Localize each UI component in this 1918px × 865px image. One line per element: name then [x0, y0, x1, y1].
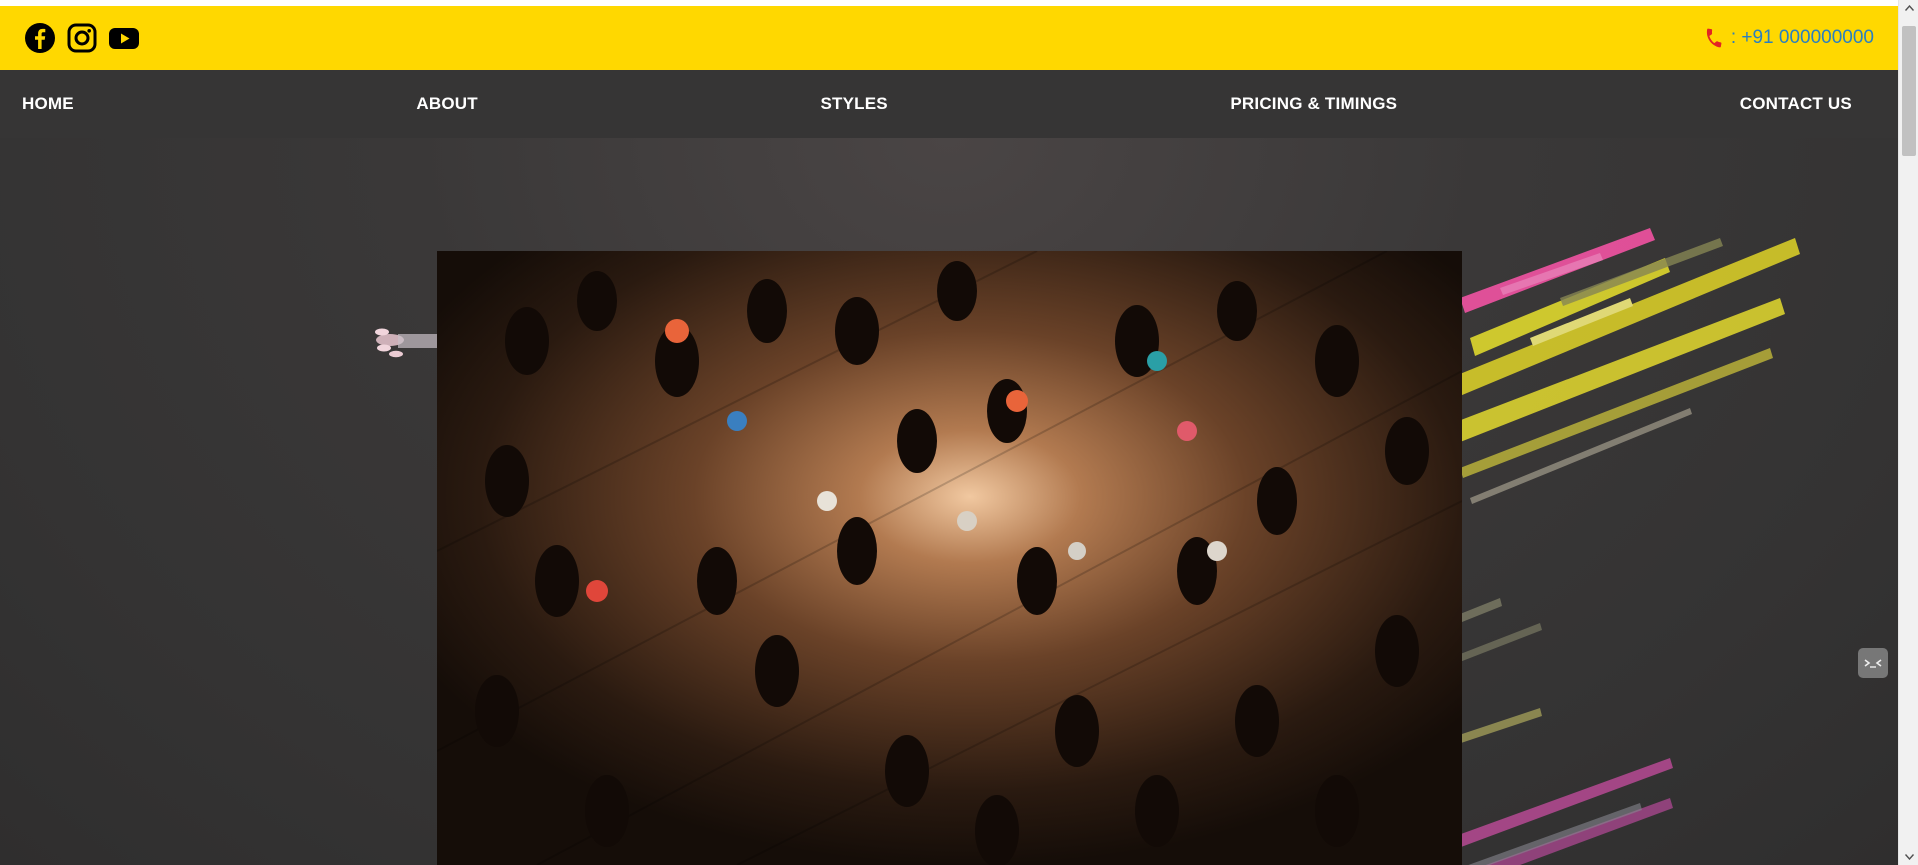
- nav-about[interactable]: ABOUT: [416, 94, 477, 114]
- facebook-icon[interactable]: [24, 22, 56, 54]
- chat-widget-button[interactable]: [1858, 648, 1888, 678]
- nav-pricing-timings[interactable]: PRICING & TIMINGS: [1230, 94, 1397, 114]
- youtube-icon[interactable]: [108, 22, 140, 54]
- chat-face-icon: [1864, 659, 1882, 668]
- hero-section: [0, 138, 1898, 865]
- nav-styles[interactable]: STYLES: [820, 94, 887, 114]
- nav-home[interactable]: HOME: [22, 94, 74, 114]
- main-nav: HOME ABOUT STYLES PRICING & TIMINGS CONT…: [0, 70, 1898, 138]
- scroll-down-arrow-icon[interactable]: [1899, 849, 1918, 865]
- decorative-hand-art: [375, 328, 438, 358]
- phone-number: : +91 000000000: [1730, 27, 1874, 48]
- nav-contact-us[interactable]: CONTACT US: [1740, 94, 1852, 114]
- phone-contact[interactable]: : +91 000000000: [1703, 27, 1874, 49]
- instagram-icon[interactable]: [66, 22, 98, 54]
- dance-floor-crowd-photo: [437, 251, 1462, 865]
- top-bar: : +91 000000000: [0, 6, 1898, 70]
- page: : +91 000000000 HOME ABOUT STYLES PRICIN…: [0, 0, 1898, 865]
- colored-streaks-art: [1440, 228, 1800, 865]
- social-links: [24, 22, 140, 54]
- phone-icon: [1706, 28, 1722, 48]
- page-scrollbar[interactable]: [1898, 0, 1918, 865]
- scroll-up-arrow-icon[interactable]: [1899, 0, 1918, 16]
- scrollbar-thumb[interactable]: [1902, 26, 1916, 156]
